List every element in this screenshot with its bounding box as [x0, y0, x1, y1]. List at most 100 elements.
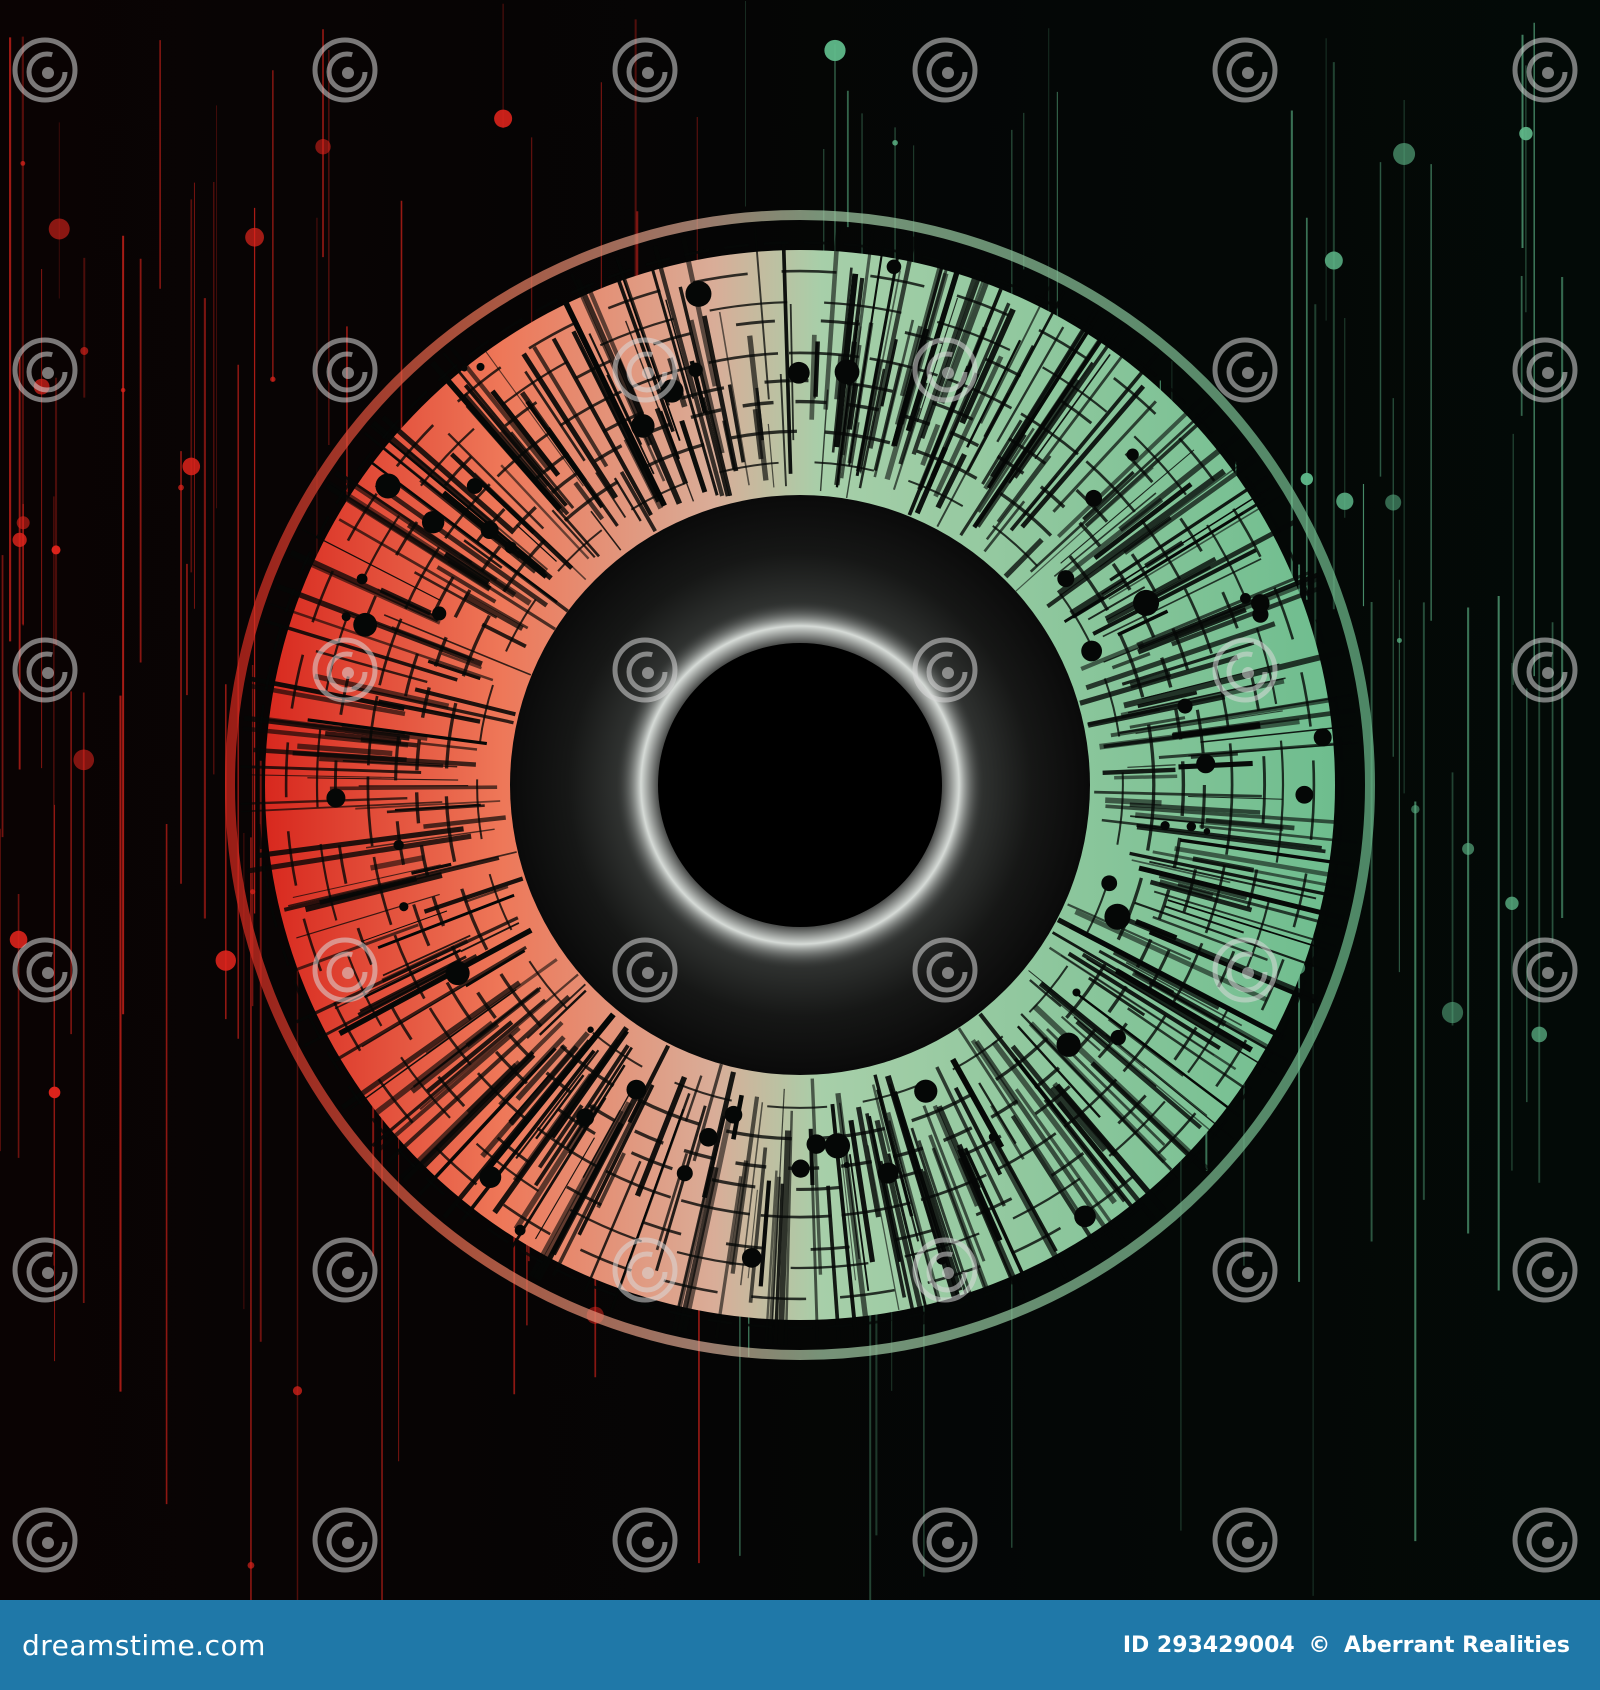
- rain-dot: [494, 109, 513, 128]
- rain-dot: [1396, 637, 1402, 643]
- crack-speck: [1072, 988, 1081, 997]
- rain-dot: [247, 1561, 255, 1569]
- crack-speck: [1081, 640, 1103, 662]
- rain-dot: [178, 484, 184, 491]
- crack-speck: [724, 1105, 743, 1124]
- crack-speck: [1133, 589, 1160, 616]
- crack-speck: [877, 1162, 899, 1184]
- pupil: [658, 643, 942, 927]
- crack-speck: [1085, 489, 1103, 507]
- crack-speck: [1203, 828, 1211, 835]
- crack-speck: [514, 1224, 526, 1236]
- crack-speck: [688, 362, 703, 378]
- crack-speck: [1177, 698, 1193, 714]
- rain-dot: [1531, 1026, 1548, 1043]
- crack-speck: [699, 1127, 718, 1147]
- rain-dot: [48, 218, 70, 240]
- crack-speck: [630, 414, 655, 438]
- crack-speck: [685, 280, 712, 307]
- crack-speck: [1186, 821, 1197, 832]
- crack-speck: [445, 961, 470, 986]
- crack-speck: [479, 1166, 502, 1189]
- crack-speck: [741, 1248, 762, 1268]
- rain-dot: [73, 749, 95, 771]
- crack-speck: [480, 521, 499, 540]
- crack-line: [1102, 767, 1176, 775]
- rain-dot: [1411, 805, 1420, 814]
- crack-speck: [791, 1159, 810, 1178]
- crack-speck: [1251, 594, 1270, 613]
- crack-speck: [914, 1079, 938, 1103]
- crack-speck: [988, 1132, 997, 1141]
- crack-speck: [476, 362, 485, 371]
- rain-dot: [245, 227, 264, 247]
- crack-speck: [1056, 1032, 1081, 1057]
- crack-line: [1178, 760, 1253, 770]
- rain-dot: [20, 160, 26, 166]
- crack-speck: [421, 510, 445, 534]
- crack-speck: [1126, 448, 1139, 461]
- rain-dot: [1505, 896, 1519, 911]
- rain-dot: [250, 889, 256, 895]
- rain-dot: [1393, 142, 1416, 165]
- crack-speck: [1110, 1029, 1126, 1046]
- crack-speck: [576, 1108, 595, 1127]
- rain-dot: [16, 516, 30, 530]
- crack-speck: [341, 612, 351, 622]
- crack-speck: [1101, 875, 1118, 892]
- crack-speck: [1160, 820, 1170, 831]
- crack-speck: [843, 1161, 850, 1169]
- crack-line: [329, 785, 498, 791]
- rain-dot: [292, 1386, 303, 1396]
- rain-dot: [12, 532, 27, 547]
- digital-eye-artwork: [0, 0, 1600, 1600]
- rain-dot: [824, 39, 846, 62]
- rain-dot: [892, 139, 898, 146]
- crack-speck: [466, 478, 483, 494]
- rain-dot: [1300, 472, 1314, 486]
- rain-dot: [1519, 126, 1533, 141]
- rain-dot: [51, 545, 61, 555]
- crack-speck: [1240, 592, 1251, 604]
- crack-speck: [824, 1133, 851, 1159]
- rain-dot: [80, 347, 89, 356]
- crack-speck: [353, 612, 378, 637]
- rain-dot: [1462, 842, 1475, 855]
- rain-dot: [120, 387, 126, 393]
- rain-dot: [215, 950, 236, 971]
- crack-speck: [1074, 1205, 1096, 1228]
- rain-dot: [1441, 1001, 1464, 1024]
- crack-speck: [886, 259, 902, 275]
- author-name[interactable]: Aberrant Realities: [1344, 1633, 1570, 1658]
- footer-bar: dreamstime.com ID 293429004 © Aberrant R…: [0, 1600, 1600, 1690]
- crack-line: [809, 334, 817, 420]
- rain-dot: [1385, 494, 1402, 511]
- crack-speck: [1104, 903, 1131, 930]
- crack-speck: [676, 1165, 693, 1182]
- crack-speck: [393, 839, 404, 851]
- crack-speck: [1196, 754, 1216, 774]
- crack-speck: [1057, 570, 1075, 588]
- crack-speck: [356, 573, 368, 585]
- crack-speck: [375, 473, 401, 499]
- crack-speck: [1313, 728, 1332, 747]
- crack-speck: [626, 1079, 647, 1100]
- crack-speck: [587, 1026, 594, 1033]
- crack-speck: [787, 361, 810, 384]
- rain-dot: [48, 1086, 61, 1099]
- rain-dot: [1336, 492, 1354, 510]
- crack-speck: [1295, 785, 1314, 804]
- crack-speck: [504, 541, 517, 554]
- footer-credit: ID 293429004 © Aberrant Realities: [1117, 1633, 1570, 1658]
- rain-dot: [270, 376, 276, 382]
- crack-speck: [399, 902, 409, 912]
- crack-speck: [432, 606, 447, 621]
- rain-dot: [1324, 251, 1343, 270]
- crack-speck: [806, 1134, 827, 1154]
- rain-dot: [182, 457, 201, 476]
- copyright-symbol: ©: [1308, 1632, 1331, 1658]
- image-id-text: ID 293429004: [1122, 1632, 1295, 1658]
- footer-brand-text[interactable]: dreamstime.com: [22, 1629, 266, 1662]
- rain-dot: [315, 139, 331, 155]
- crack-speck: [461, 365, 468, 372]
